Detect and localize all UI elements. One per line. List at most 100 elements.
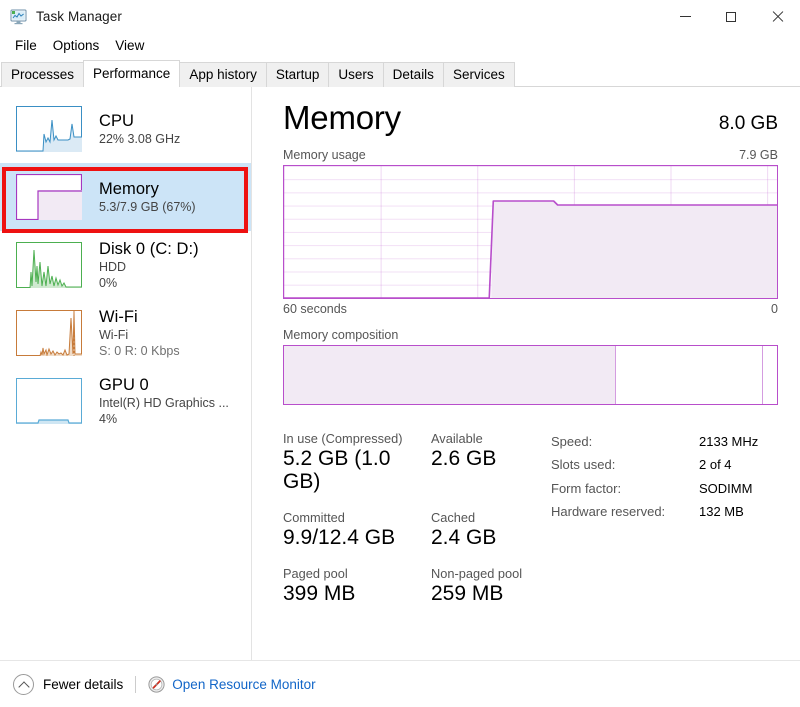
fewer-details-button[interactable]: Fewer details (43, 677, 123, 692)
sidebar-sub-wifi-throughput: S: 0 R: 0 Kbps (99, 344, 180, 359)
stat-key-slots-used: Slots used: (551, 457, 616, 473)
task-manager-icon (10, 9, 28, 25)
window-title: Task Manager (36, 9, 122, 24)
memory-header: Memory 8.0 GB (283, 99, 778, 136)
chevron-up-icon[interactable] (13, 673, 34, 695)
tab-performance[interactable]: Performance (83, 60, 181, 88)
footer-divider (135, 675, 137, 693)
minimize-button[interactable] (662, 0, 708, 33)
status-bar: Fewer details Open Resource Monitor (0, 660, 800, 707)
sidebar-sub-wifi-adapter: Wi-Fi (99, 328, 129, 343)
memory-usage-caption: Memory usage 7.9 GB (283, 148, 778, 162)
window-controls (662, 0, 800, 33)
memory-stats-right: Speed: 2133 MHz Slots used: 2 of 4 Form … (551, 431, 778, 622)
tab-services[interactable]: Services (442, 62, 515, 87)
sidebar-title-wifi: Wi-Fi (99, 307, 138, 326)
stat-label-committed: Committed (283, 509, 345, 525)
maximize-icon (726, 11, 736, 22)
sidebar-item-wifi[interactable]: Wi-Fi Wi-Fi S: 0 R: 0 Kbps (0, 299, 251, 367)
sidebar-title-disk0: Disk 0 (C: D:) (99, 239, 199, 258)
stat-key-speed: Speed: (551, 433, 593, 449)
stat-key-form-factor: Form factor: (551, 480, 622, 496)
stat-value-available: 2.6 GB (431, 446, 497, 470)
sidebar-label-gpu0: GPU 0 Intel(R) HD Graphics ... 4% (99, 376, 229, 426)
stat-in-use: In use (Compressed) 5.2 GB (1.0 GB) (283, 431, 431, 493)
sidebar-item-gpu0[interactable]: GPU 0 Intel(R) HD Graphics ... 4% (0, 367, 251, 435)
stat-value-non-paged-pool: 259 MB (431, 581, 504, 605)
open-resource-monitor-link[interactable]: Open Resource Monitor (172, 677, 315, 692)
memory-detail-panel: Memory 8.0 GB Memory usage 7.9 GB 60 sec… (252, 87, 800, 694)
memory-usage-label: Memory usage (283, 147, 366, 162)
content-area: CPU 22% 3.08 GHz Memory 5.3/7.9 GB (67%) (0, 87, 800, 694)
memory-total: 8.0 GB (718, 113, 778, 134)
close-icon (771, 10, 784, 23)
tab-strip: Processes Performance App history Startu… (0, 58, 800, 88)
sidebar-title-cpu: CPU (99, 111, 134, 130)
gauge-icon (148, 675, 165, 693)
stat-key-hardware-reserved: Hardware reserved: (551, 504, 666, 520)
memory-thumbnail (16, 174, 82, 220)
stat-val-speed: 2133 MHz (699, 433, 759, 449)
stat-val-hardware-reserved: 132 MB (699, 504, 744, 520)
cpu-thumbnail (16, 106, 82, 152)
stat-label-in-use: In use (Compressed) (283, 430, 403, 446)
stat-val-slots-used: 2 of 4 (699, 457, 732, 473)
stat-paged-pool: Paged pool 399 MB (283, 566, 431, 605)
page-title: Memory (283, 99, 401, 136)
stat-non-paged-pool: Non-paged pool 259 MB (431, 566, 522, 605)
stat-label-paged-pool: Paged pool (283, 565, 348, 581)
stat-value-in-use: 5.2 GB (1.0 GB) (283, 446, 391, 493)
sidebar-item-memory[interactable]: Memory 5.3/7.9 GB (67%) (0, 163, 251, 231)
stat-form-factor: Form factor: SODIMM (551, 480, 778, 498)
stat-slots-used: Slots used: 2 of 4 (551, 456, 778, 474)
memory-composition-label: Memory composition (283, 327, 399, 342)
composition-segment-free[interactable] (763, 345, 777, 404)
sidebar-title-memory: Memory (99, 179, 159, 198)
minimize-icon (679, 16, 691, 17)
stat-available: Available 2.6 GB (431, 431, 496, 493)
memory-stats: In use (Compressed) 5.2 GB (1.0 GB) Avai… (283, 431, 778, 622)
stat-cached: Cached 2.4 GB (431, 510, 496, 549)
maximize-button[interactable] (708, 0, 754, 33)
task-manager-window: Task Manager File Options View Processes… (0, 0, 800, 707)
menu-item-view[interactable]: View (107, 36, 152, 55)
sidebar-label-wifi: Wi-Fi Wi-Fi S: 0 R: 0 Kbps (99, 308, 180, 358)
sidebar-sub-memory: 5.3/7.9 GB (67%) (99, 200, 196, 215)
stat-value-cached: 2.4 GB (431, 525, 497, 549)
sidebar-sub-cpu: 22% 3.08 GHz (99, 132, 181, 147)
tab-app-history[interactable]: App history (179, 62, 267, 87)
stat-speed: Speed: 2133 MHz (551, 433, 778, 451)
stat-label-cached: Cached (431, 509, 476, 525)
stat-row-inuse-available: In use (Compressed) 5.2 GB (1.0 GB) Avai… (283, 431, 551, 493)
stat-label-available: Available (431, 430, 483, 446)
composition-segment-standby[interactable] (616, 345, 763, 404)
graph-axis-right: 0 (771, 301, 778, 316)
graph-axis-left: 60 seconds (283, 301, 347, 316)
menu-bar: File Options View (0, 33, 800, 58)
memory-usage-plot (284, 199, 777, 298)
tab-details[interactable]: Details (382, 62, 444, 87)
tab-users[interactable]: Users (328, 62, 384, 87)
stat-value-committed: 9.9/12.4 GB (283, 525, 396, 549)
sidebar-sub-disk0-type: HDD (99, 260, 127, 275)
stat-val-form-factor: SODIMM (699, 480, 753, 496)
stat-row-pools: Paged pool 399 MB Non-paged pool 259 MB (283, 566, 551, 605)
sidebar-label-cpu: CPU 22% 3.08 GHz (99, 112, 180, 146)
sidebar-item-disk0[interactable]: Disk 0 (C: D:) HDD 0% (0, 231, 251, 299)
sidebar-item-cpu[interactable]: CPU 22% 3.08 GHz (0, 95, 251, 163)
stat-value-paged-pool: 399 MB (283, 581, 356, 605)
tab-startup[interactable]: Startup (265, 62, 330, 87)
close-button[interactable] (754, 0, 800, 33)
wifi-thumbnail (16, 310, 82, 356)
sidebar-sub-disk0-usage: 0% (99, 276, 118, 291)
composition-segment-in-use[interactable] (284, 345, 616, 404)
memory-composition-bar[interactable] (283, 344, 778, 405)
menu-item-file[interactable]: File (7, 36, 45, 55)
menu-item-options[interactable]: Options (45, 36, 108, 55)
sidebar-title-gpu0: GPU 0 (99, 375, 149, 394)
tab-processes[interactable]: Processes (1, 62, 85, 87)
sidebar-label-memory: Memory 5.3/7.9 GB (67%) (99, 180, 196, 214)
disk0-thumbnail (16, 242, 82, 288)
sidebar-label-disk0: Disk 0 (C: D:) HDD 0% (99, 240, 199, 290)
memory-usage-graph[interactable] (283, 164, 778, 299)
